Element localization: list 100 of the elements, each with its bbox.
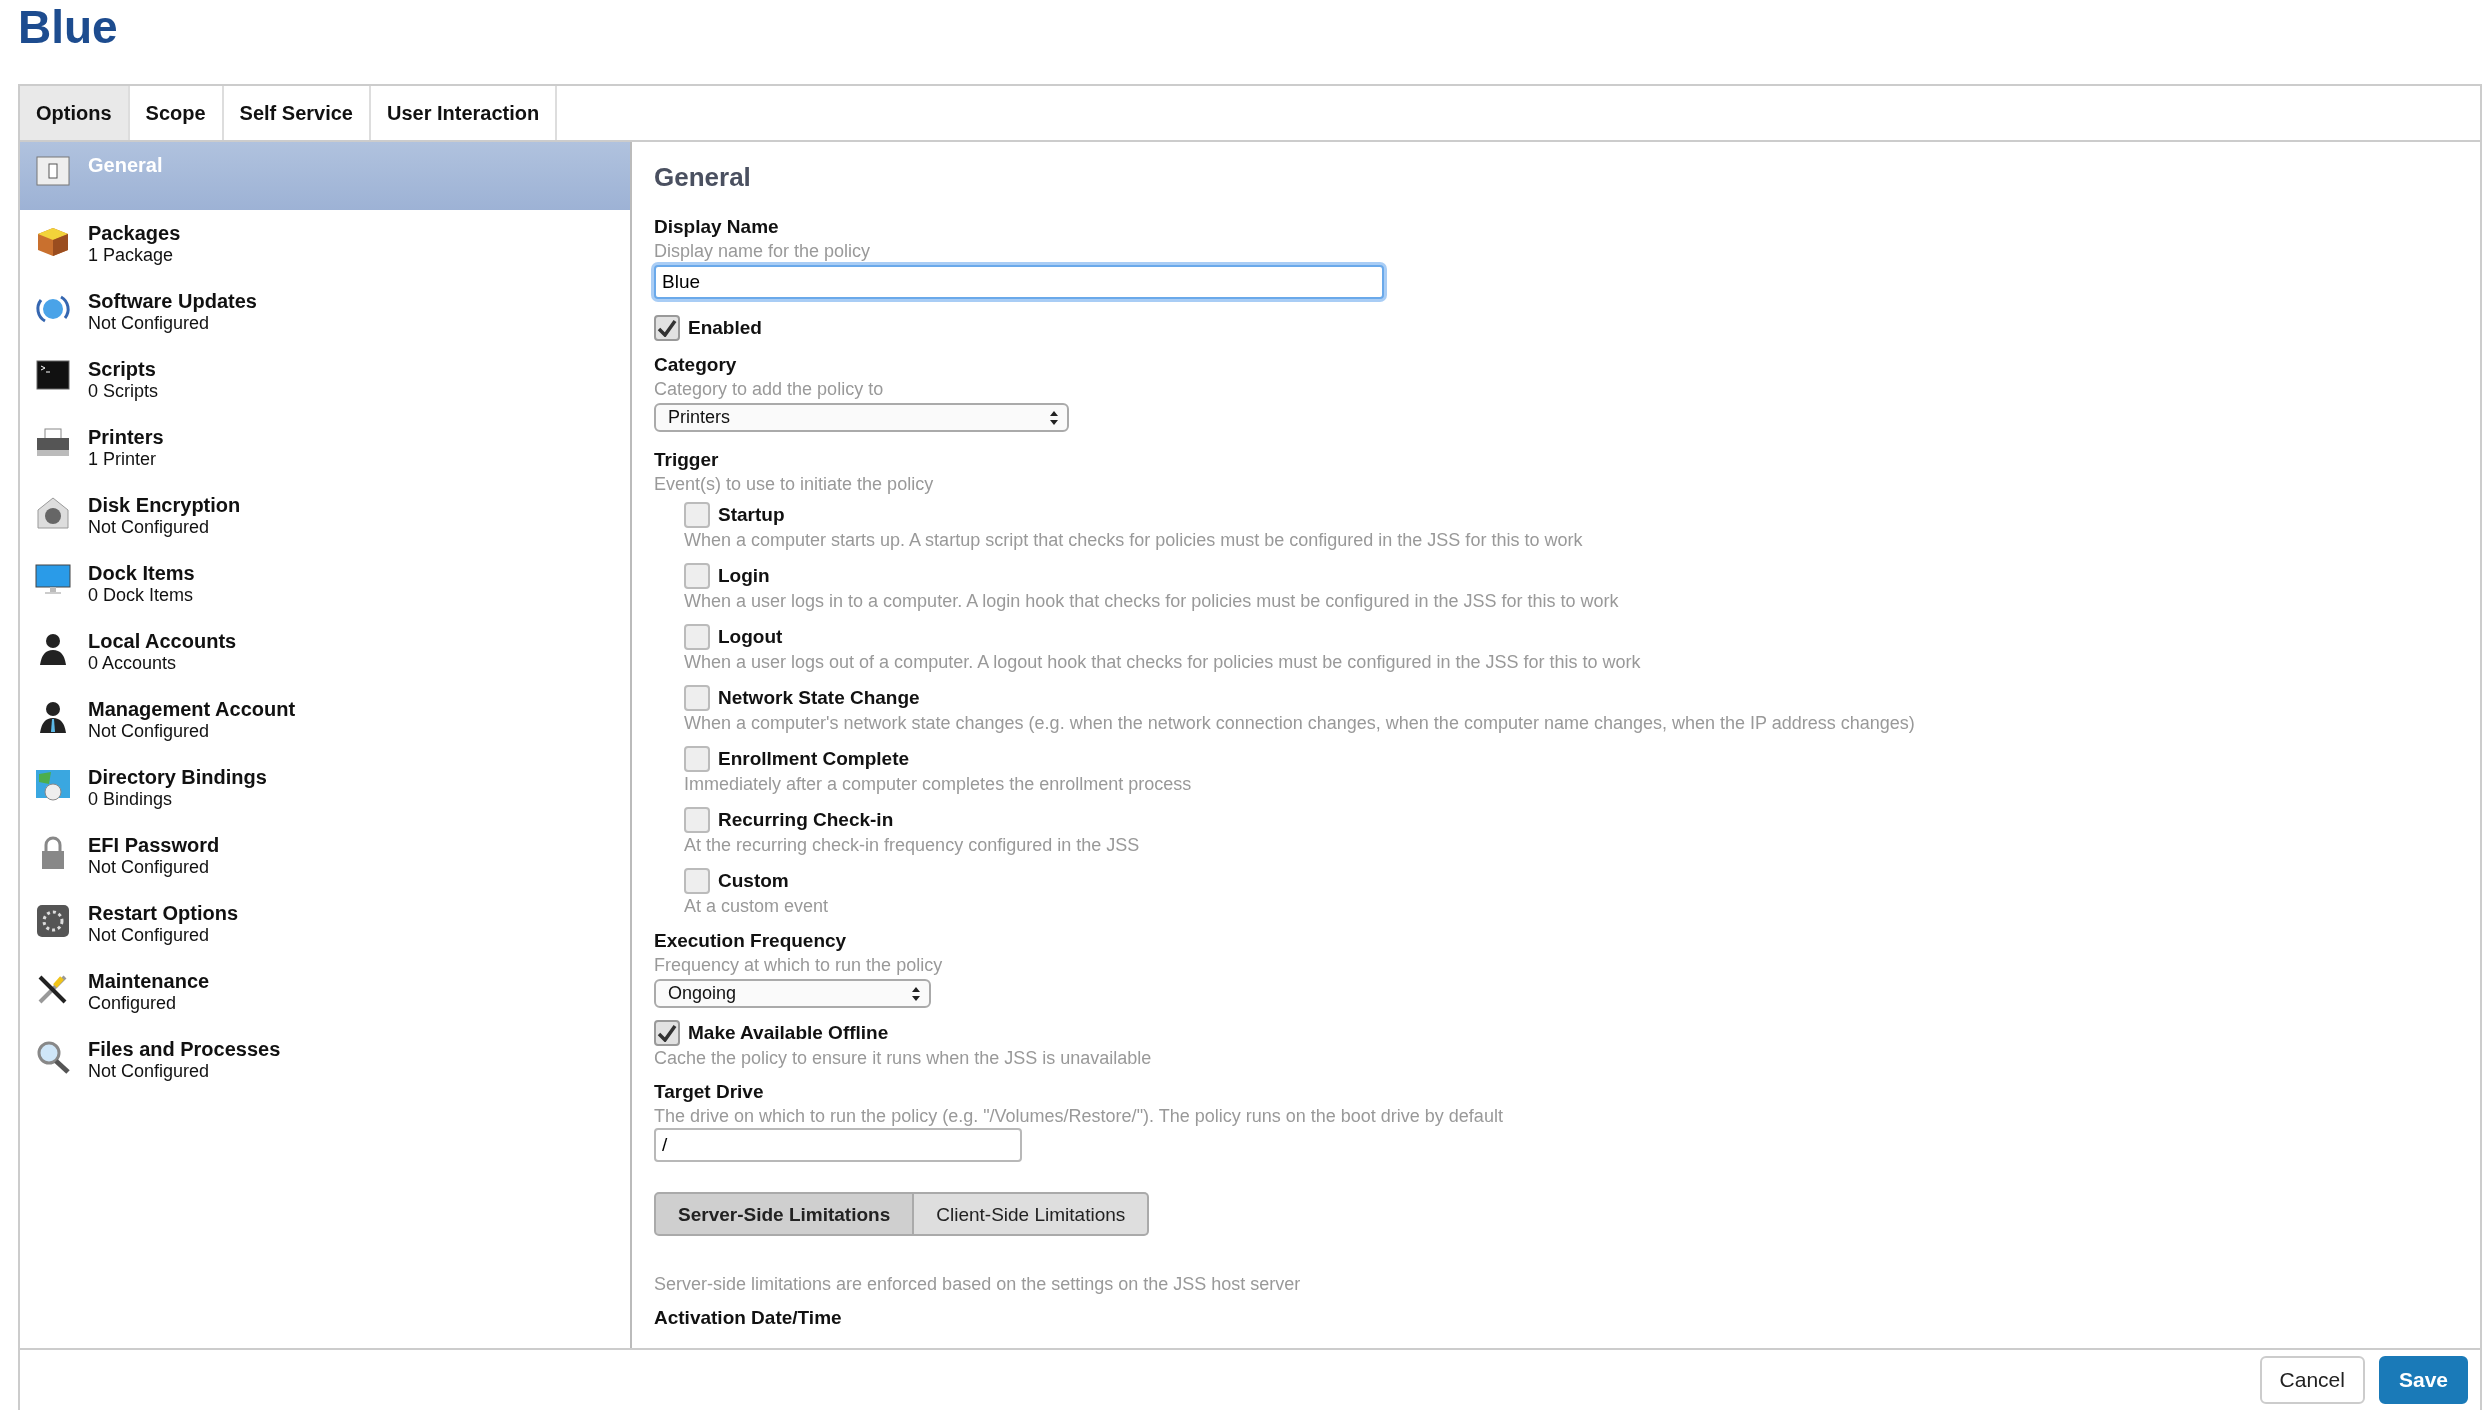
checkbox-label: Enabled	[688, 316, 762, 340]
checkbox[interactable]	[684, 868, 710, 894]
checkbox-label: Logout	[718, 625, 783, 649]
sidebar-item[interactable]: Files and Processes Not Configured	[20, 1026, 630, 1094]
sidebar-item[interactable]: Software Updates Not Configured	[20, 278, 630, 346]
item-title: Dock Items	[88, 562, 195, 584]
item-status: 1 Package	[88, 244, 175, 266]
checkbox-label: Enrollment Complete	[718, 747, 910, 771]
house-dial-icon	[35, 496, 71, 530]
person-icon	[37, 632, 69, 666]
checkbox[interactable]	[684, 502, 710, 528]
sidebar-item[interactable]: Restart Options Not Configured	[20, 890, 630, 958]
sidebar-item[interactable]: Printers 1 Printer	[20, 414, 630, 482]
item-status: 0 Dock Items	[88, 584, 195, 606]
item-title: Scripts	[88, 358, 157, 380]
item-title: Packages	[88, 222, 181, 244]
page-title: Blue	[17, 0, 119, 55]
field-label: Trigger	[654, 448, 720, 472]
sidebar-item[interactable]: Dock Items 0 Dock Items	[20, 550, 630, 618]
field-label: Target Drive	[654, 1080, 765, 1104]
item-status: Configured	[88, 992, 178, 1014]
field-label: Display Name	[654, 215, 780, 239]
display-name-field[interactable]: Blue	[654, 265, 1384, 299]
item-status: Not Configured	[88, 312, 211, 334]
field-label: Activation Date/Time	[654, 1306, 843, 1330]
option-description: When a computer's network state changes (e.g. when the network connection changes, when the computer name changes, when the IP address changes)	[684, 712, 1916, 735]
printer-icon	[35, 428, 71, 458]
option-description: At a custom event	[684, 895, 830, 918]
segment-tab[interactable]: Client-Side Limitations	[914, 1192, 1150, 1236]
field-hint: Category to add the policy to	[654, 378, 885, 401]
item-status: 0 Scripts	[88, 380, 159, 402]
updown-arrow-icon	[911, 985, 921, 1002]
item-title: Files and Processes	[88, 1038, 281, 1060]
sidebar-item[interactable]: EFI Password Not Configured	[20, 822, 630, 890]
checkbox[interactable]	[684, 563, 710, 589]
padlock-icon	[39, 836, 67, 870]
field-hint: Event(s) to use to initiate the policy	[654, 473, 935, 496]
checkbox-label: Custom	[718, 869, 789, 893]
item-status: Not Configured	[88, 516, 211, 538]
checkbox[interactable]	[684, 624, 710, 650]
option-description: At the recurring check-in frequency configured in the JSS	[684, 834, 1141, 857]
checkbox[interactable]	[654, 315, 680, 341]
sidebar-item[interactable]: Maintenance Configured	[20, 958, 630, 1026]
cancel-button[interactable]: Cancel	[2259, 1356, 2365, 1404]
tab[interactable]: Options	[20, 86, 130, 140]
item-title: Maintenance	[88, 970, 210, 992]
item-status: 0 Accounts	[88, 652, 178, 674]
terminal-icon	[36, 360, 70, 390]
item-status: Not Configured	[88, 720, 211, 742]
spinner-icon	[36, 904, 70, 938]
option-description: Immediately after a computer completes the enrollment process	[684, 773, 1193, 796]
option-description: When a user logs in to a computer. A login hook that checks for policies must be configured in the JSS for this to work	[684, 590, 1620, 613]
switch-icon	[36, 156, 70, 186]
search-icon	[35, 1040, 71, 1074]
field-hint: Frequency at which to run the policy	[654, 954, 944, 977]
checkbox-label: Login	[718, 564, 770, 588]
field-hint: The drive on which to run the policy (e.g. "/Volumes/Restore/"). The policy runs on the boot drive by default	[654, 1105, 1504, 1128]
sidebar-item[interactable]: Management Account Not Configured	[20, 686, 630, 754]
sidebar-item[interactable]: Packages 1 Package	[20, 210, 630, 278]
item-title: Disk Encryption	[88, 494, 241, 516]
item-title: Directory Bindings	[88, 766, 267, 788]
checkbox-label: Make Available Offline	[688, 1021, 889, 1045]
map-compass-icon	[35, 768, 71, 802]
checkbox-label: Recurring Check-in	[718, 808, 894, 832]
field-label: Category	[654, 353, 738, 377]
sidebar-item[interactable]: Scripts 0 Scripts	[20, 346, 630, 414]
checkbox[interactable]	[654, 1020, 680, 1046]
limitations-note: Server-side limitations are enforced based on the settings on the JSS host server	[654, 1273, 1302, 1296]
frequency-select[interactable]: Ongoing	[654, 979, 931, 1008]
person-tie-icon	[37, 700, 69, 734]
item-title: Software Updates	[88, 290, 257, 312]
item-status: 0 Bindings	[88, 788, 174, 810]
item-title: Printers	[88, 426, 164, 448]
item-status: Not Configured	[88, 1060, 211, 1082]
item-title: General	[88, 154, 163, 176]
checkbox[interactable]	[684, 746, 710, 772]
item-title: Local Accounts	[88, 630, 237, 652]
sidebar-item[interactable]: Directory Bindings 0 Bindings	[20, 754, 630, 822]
checkbox[interactable]	[684, 685, 710, 711]
monitor-icon	[35, 564, 71, 596]
sidebar-item[interactable]: Local Accounts 0 Accounts	[20, 618, 630, 686]
item-title: Management Account	[88, 698, 296, 720]
checkbox-label: Startup	[718, 503, 785, 527]
category-select[interactable]: Printers	[654, 403, 1069, 432]
option-description: When a user logs out of a computer. A logout hook that checks for policies must be configured in the JSS for this to work	[684, 651, 1642, 674]
section-heading: General	[654, 162, 752, 193]
checkbox[interactable]	[684, 807, 710, 833]
item-title: EFI Password	[88, 834, 220, 856]
target-drive-field[interactable]: /	[654, 1128, 1022, 1162]
option-description: Cache the policy to ensure it runs when the JSS is unavailable	[654, 1047, 1153, 1070]
item-status: 1 Printer	[88, 448, 158, 470]
field-hint: Display name for the policy	[654, 240, 872, 263]
updown-arrow-icon	[1049, 409, 1059, 426]
item-status: Not Configured	[88, 856, 211, 878]
item-status: Not Configured	[88, 924, 211, 946]
save-button[interactable]: Save	[2378, 1356, 2468, 1404]
item-title: Restart Options	[88, 902, 239, 924]
option-description: When a computer starts up. A startup script that checks for policies must be configured in the JSS for this to work	[684, 529, 1584, 552]
sidebar-item[interactable]: Disk Encryption Not Configured	[20, 482, 630, 550]
segment-tab[interactable]: Server-Side Limitations	[654, 1192, 915, 1236]
